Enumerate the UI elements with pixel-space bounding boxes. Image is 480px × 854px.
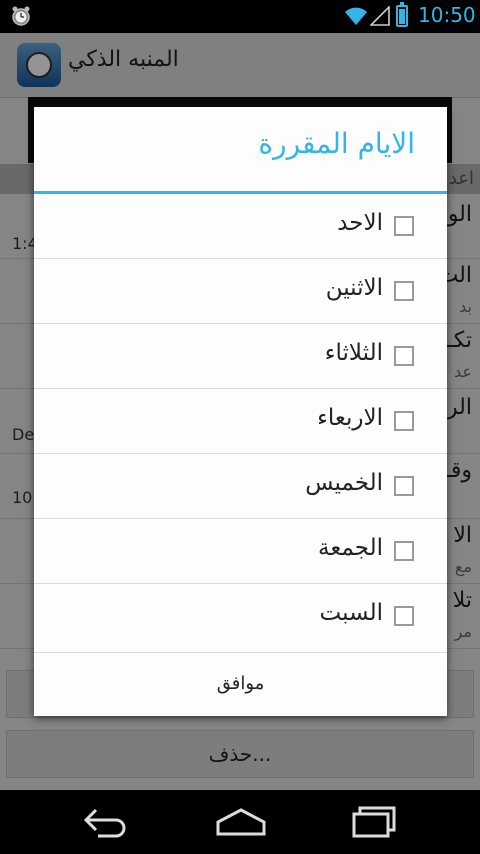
day-label: الثلاثاء [324, 340, 383, 366]
day-label: الاربعاء [317, 405, 383, 431]
back-icon[interactable] [82, 804, 132, 840]
day-item-sunday[interactable]: الاحد [34, 194, 447, 259]
battery-charging-icon [396, 2, 408, 27]
day-item-monday[interactable]: الاثنين [34, 259, 447, 324]
recent-apps-icon[interactable] [350, 804, 400, 840]
day-checkbox[interactable] [394, 281, 414, 301]
day-label: السبت [319, 600, 383, 626]
day-item-thursday[interactable]: الخميس [34, 454, 447, 519]
day-item-tuesday[interactable]: الثلاثاء [34, 324, 447, 389]
day-checkbox[interactable] [394, 476, 414, 496]
day-label: الخميس [305, 470, 383, 496]
ok-button[interactable]: موافق [34, 652, 447, 716]
day-item-friday[interactable]: الجمعة [34, 519, 447, 584]
dialog-title: الايام المقررة [258, 127, 415, 160]
day-checkbox[interactable] [394, 411, 414, 431]
wifi-icon [345, 7, 367, 25]
navigation-bar [0, 790, 480, 854]
alarm-clock-icon [12, 6, 30, 26]
days-dialog: الايام المقررة الاحد الاثنين الثلاثاء ال… [34, 107, 447, 716]
day-label: الاحد [337, 210, 383, 236]
day-label: الجمعة [318, 535, 383, 561]
status-bar: 10:50 [0, 0, 480, 33]
day-checkbox[interactable] [394, 606, 414, 626]
day-item-wednesday[interactable]: الاربعاء [34, 389, 447, 454]
day-item-saturday[interactable]: السبت [34, 584, 447, 652]
day-label: الاثنين [325, 275, 383, 301]
home-icon[interactable] [214, 804, 268, 840]
day-checkbox[interactable] [394, 541, 414, 561]
day-checkbox[interactable] [394, 346, 414, 366]
status-time: 10:50 [418, 3, 476, 27]
day-checkbox[interactable] [394, 216, 414, 236]
signal-icon [370, 6, 390, 26]
